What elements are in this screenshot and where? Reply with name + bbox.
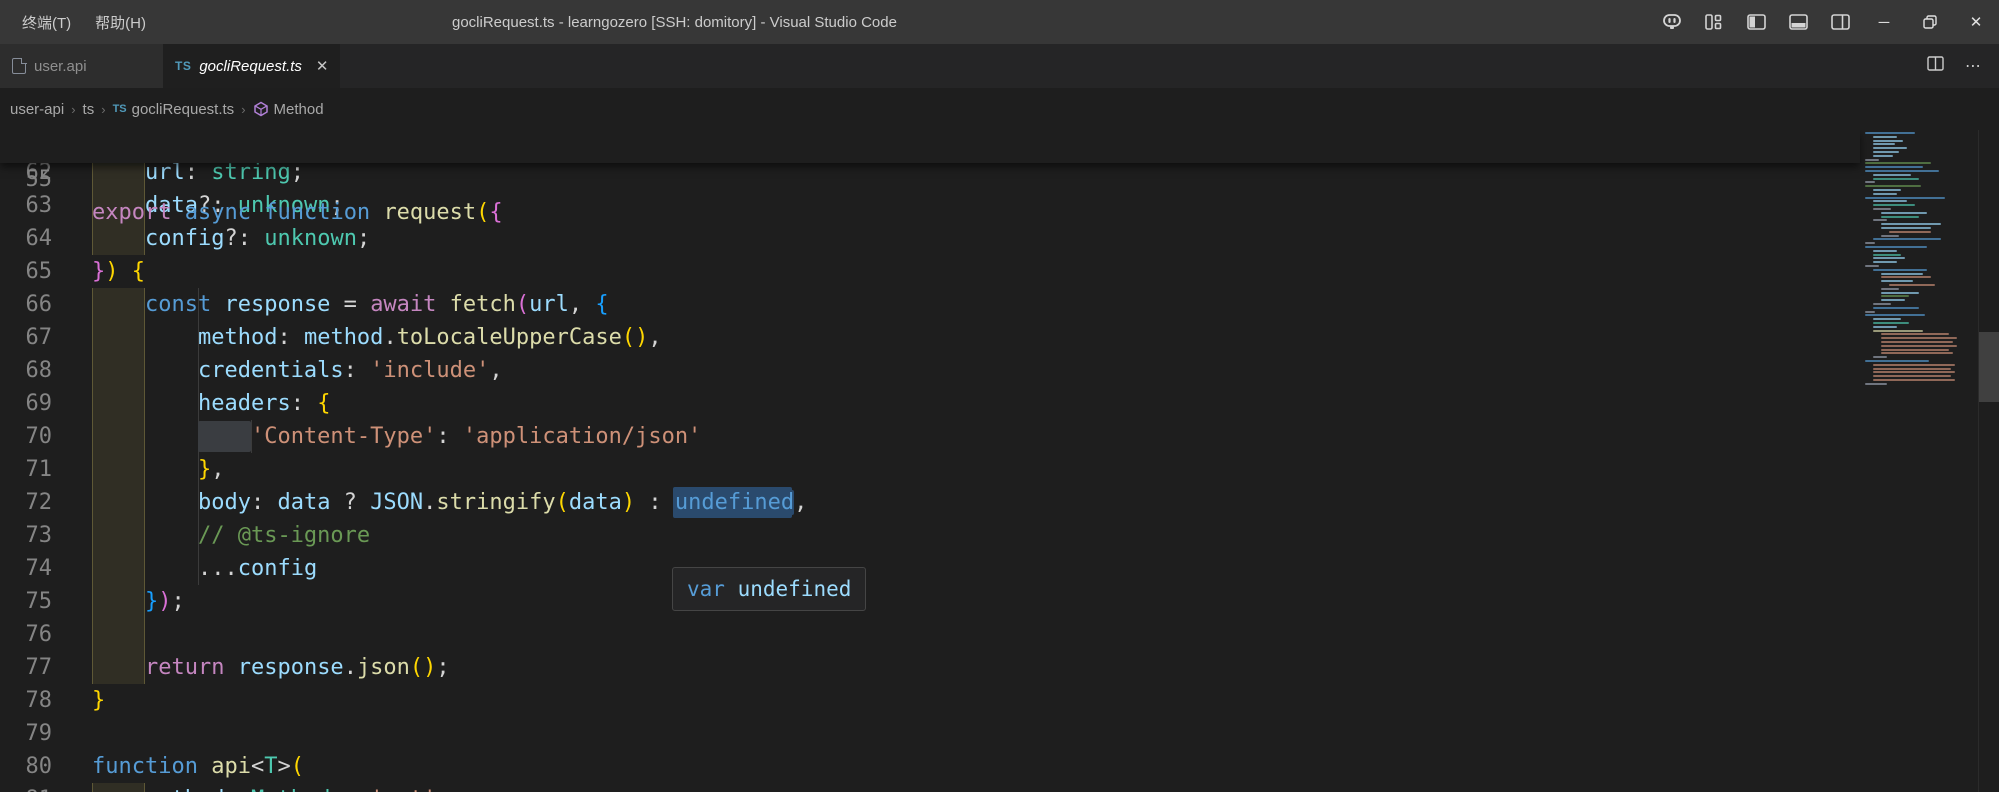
line-number: 70 <box>0 420 52 453</box>
code-line[interactable]: 70 'Content-Type': 'application/json' <box>0 420 1860 453</box>
restore-button[interactable] <box>1907 0 1953 44</box>
close-tab-icon[interactable]: ✕ <box>316 57 329 75</box>
line-number: 72 <box>0 486 52 519</box>
code-line[interactable]: 81 method: Method = 'get', <box>0 783 1860 792</box>
line-number: 74 <box>0 552 52 585</box>
minimize-button[interactable]: ─ <box>1861 0 1907 44</box>
toggle-secondary-sidebar-icon[interactable] <box>1819 0 1861 44</box>
line-number: 78 <box>0 684 52 717</box>
code-line[interactable]: 78} <box>0 684 1860 717</box>
minimap[interactable] <box>1865 130 1965 792</box>
tab-user-api[interactable]: user.api <box>0 44 163 88</box>
code-text: } <box>92 684 105 717</box>
code-line[interactable]: 68 credentials: 'include', <box>0 354 1860 387</box>
tab-goclirequest[interactable]: TS gocliRequest.ts ✕ <box>163 44 340 88</box>
line-number: 66 <box>0 288 52 321</box>
code-text: headers: { <box>92 387 330 420</box>
copilot-icon[interactable] <box>1651 0 1693 44</box>
file-icon <box>12 58 26 74</box>
code-text: }); <box>92 585 185 618</box>
code-text: const response = await fetch(url, { <box>92 288 609 321</box>
code-editor[interactable]: 62 url: string;63 data?: unknown;64 conf… <box>0 130 1999 792</box>
line-number: 80 <box>0 750 52 783</box>
breadcrumb-folder[interactable]: user-api <box>10 101 64 118</box>
line-number: 55 <box>0 163 52 196</box>
close-window-button[interactable]: ✕ <box>1953 0 1999 44</box>
breadcrumb-symbol-method[interactable]: Method <box>253 101 324 118</box>
breadcrumb: user-api › ts › TS gocliRequest.ts › Met… <box>0 88 1999 130</box>
scrollbar-slider[interactable] <box>1979 332 1999 402</box>
code-text: ...config <box>92 552 317 585</box>
line-number: 71 <box>0 453 52 486</box>
line-number: 81 <box>0 783 52 792</box>
code-text: }) { <box>92 255 145 288</box>
method-symbol-icon <box>253 101 269 117</box>
line-number: 73 <box>0 519 52 552</box>
code-text: }, <box>92 453 224 486</box>
code-text: method: method.toLocaleUpperCase(), <box>92 321 662 354</box>
code-text: // @ts-ignore <box>92 519 370 552</box>
line-number: 68 <box>0 354 52 387</box>
breadcrumb-folder[interactable]: ts <box>83 101 95 118</box>
code-text: body: data ? JSON.stringify(data) : unde… <box>92 486 807 519</box>
tab-label: gocliRequest.ts <box>199 58 302 75</box>
code-line[interactable]: 77 return response.json(); <box>0 651 1860 684</box>
line-number: 77 <box>0 651 52 684</box>
more-actions-icon[interactable]: ⋯ <box>1961 56 1985 76</box>
menu-bar: 终端(T) 帮助(H) <box>0 0 158 44</box>
code-line[interactable]: 73 // @ts-ignore <box>0 519 1860 552</box>
code-line[interactable]: 72 body: data ? JSON.stringify(data) : u… <box>0 486 1860 519</box>
code-text: export async function request({ <box>92 196 503 229</box>
code-line[interactable]: 75 }); <box>0 585 1860 618</box>
sticky-scroll-line[interactable]: 55 export async function request({ <box>0 130 1860 163</box>
hover-tooltip: var undefined <box>672 567 866 611</box>
code-text: return response.json(); <box>92 651 450 684</box>
scrollbar-track[interactable] <box>1978 130 1999 792</box>
split-editor-icon[interactable] <box>1923 56 1947 76</box>
code-text: 'Content-Type': 'application/json' <box>92 420 701 453</box>
code-line[interactable]: 67 method: method.toLocaleUpperCase(), <box>0 321 1860 354</box>
code-line[interactable]: 76 <box>0 618 1860 651</box>
menu-terminal[interactable]: 终端(T) <box>10 0 83 44</box>
toggle-sidebar-icon[interactable] <box>1735 0 1777 44</box>
tab-label: user.api <box>34 58 87 75</box>
code-line[interactable]: 71 }, <box>0 453 1860 486</box>
hover-tooltip-text: var undefined <box>687 573 851 606</box>
window-title: gocliRequest.ts - learngozero [SSH: domi… <box>452 0 897 44</box>
code-line[interactable]: 80 function api<T>( <box>0 750 1860 783</box>
title-bar: 终端(T) 帮助(H) gocliRequest.ts - learngozer… <box>0 0 1999 44</box>
line-number: 75 <box>0 585 52 618</box>
layout-customize-icon[interactable] <box>1693 0 1735 44</box>
code-line[interactable]: 65}) { <box>0 255 1860 288</box>
typescript-icon: TS <box>113 103 127 115</box>
menu-help[interactable]: 帮助(H) <box>83 0 158 44</box>
code-line[interactable]: 66 const response = await fetch(url, { <box>0 288 1860 321</box>
breadcrumb-file[interactable]: TS gocliRequest.ts <box>113 101 235 118</box>
code-text: method: Method = 'get', <box>92 783 450 792</box>
code-text: function api<T>( <box>92 750 304 783</box>
line-number: 69 <box>0 387 52 420</box>
code-line[interactable]: 74 ...config <box>0 552 1860 585</box>
tab-bar: user.api TS gocliRequest.ts ✕ ⋯ <box>0 44 1999 88</box>
code-line[interactable]: 69 headers: { <box>0 387 1860 420</box>
toggle-panel-icon[interactable] <box>1777 0 1819 44</box>
typescript-icon: TS <box>175 59 191 73</box>
line-number: 79 <box>0 717 52 750</box>
line-number: 76 <box>0 618 52 651</box>
line-number: 67 <box>0 321 52 354</box>
code-line[interactable]: 79 <box>0 717 1860 750</box>
code-text: credentials: 'include', <box>92 354 503 387</box>
